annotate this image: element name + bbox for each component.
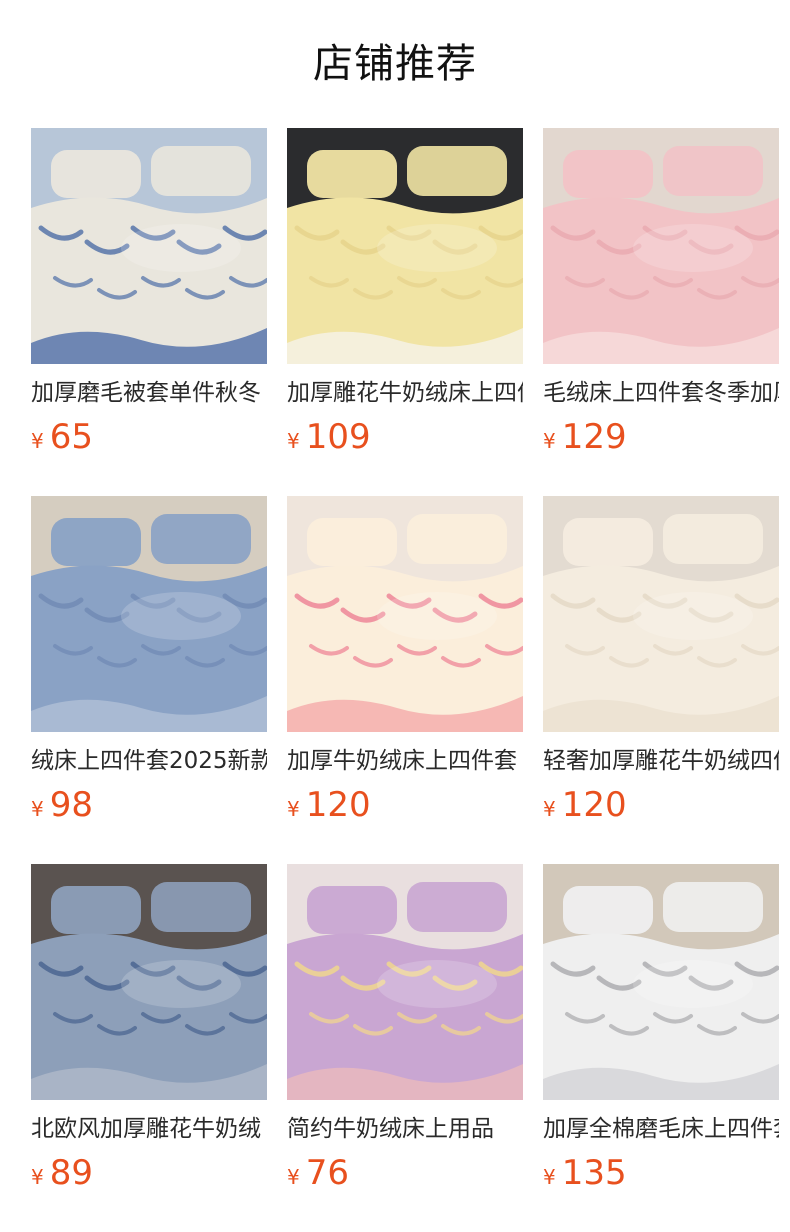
product-card[interactable]: 北欧风加厚雕花牛奶绒 ¥89 bbox=[31, 864, 267, 1204]
product-price: ¥135 bbox=[543, 1151, 627, 1195]
product-price: ¥120 bbox=[287, 783, 371, 827]
page-title: 店铺推荐 bbox=[313, 41, 477, 87]
bedding-photo-grey-plain bbox=[543, 864, 779, 1100]
product-price: ¥89 bbox=[31, 1151, 93, 1195]
price-value: 135 bbox=[561, 1153, 627, 1193]
product-name[interactable]: 加厚雕花牛奶绒床上四件套 bbox=[287, 377, 523, 409]
currency-symbol: ¥ bbox=[31, 429, 44, 453]
price-value: 109 bbox=[305, 417, 371, 457]
price-value: 89 bbox=[49, 1153, 93, 1193]
product-card[interactable]: 加厚磨毛被套单件秋冬 ¥65 bbox=[31, 128, 267, 468]
price-value: 98 bbox=[49, 785, 93, 825]
product-name[interactable]: 毛绒床上四件套冬季加厚 bbox=[543, 377, 779, 409]
product-name[interactable]: 加厚牛奶绒床上四件套 bbox=[287, 745, 523, 777]
product-name[interactable]: 加厚全棉磨毛床上四件套 bbox=[543, 1113, 779, 1145]
product-price: ¥129 bbox=[543, 415, 627, 459]
product-card[interactable]: 加厚雕花牛奶绒床上四件套 ¥109 bbox=[287, 128, 523, 468]
product-price: ¥65 bbox=[31, 415, 93, 459]
product-image[interactable] bbox=[31, 496, 267, 732]
currency-symbol: ¥ bbox=[287, 429, 300, 453]
price-value: 76 bbox=[305, 1153, 349, 1193]
product-name[interactable]: 北欧风加厚雕花牛奶绒 bbox=[31, 1113, 267, 1145]
currency-symbol: ¥ bbox=[287, 1165, 300, 1189]
bedding-photo-yellow-quilted bbox=[287, 128, 523, 364]
price-value: 129 bbox=[561, 417, 627, 457]
product-price: ¥76 bbox=[287, 1151, 349, 1195]
product-name[interactable]: 绒床上四件套2025新款 bbox=[31, 745, 267, 777]
currency-symbol: ¥ bbox=[543, 1165, 556, 1189]
bedding-photo-heart-print bbox=[287, 496, 523, 732]
product-price: ¥109 bbox=[287, 415, 371, 459]
currency-symbol: ¥ bbox=[31, 797, 44, 821]
bedding-photo-blue-faux-fur bbox=[31, 496, 267, 732]
price-value: 65 bbox=[49, 417, 93, 457]
product-image[interactable] bbox=[287, 496, 523, 732]
product-price: ¥120 bbox=[543, 783, 627, 827]
product-image[interactable] bbox=[543, 864, 779, 1100]
product-name[interactable]: 加厚磨毛被套单件秋冬 bbox=[31, 377, 267, 409]
bedding-photo-grey-blue-paris bbox=[31, 864, 267, 1100]
product-card[interactable]: 简约牛奶绒床上用品 ¥76 bbox=[287, 864, 523, 1204]
price-value: 120 bbox=[561, 785, 627, 825]
product-card[interactable]: 绒床上四件套2025新款 ¥98 bbox=[31, 496, 267, 836]
product-card[interactable]: 加厚牛奶绒床上四件套 ¥120 bbox=[287, 496, 523, 836]
bedding-photo-pastel-happy-day bbox=[287, 864, 523, 1100]
product-image[interactable] bbox=[543, 496, 779, 732]
product-name[interactable]: 简约牛奶绒床上用品 bbox=[287, 1113, 523, 1145]
product-image[interactable] bbox=[31, 128, 267, 364]
product-image[interactable] bbox=[287, 128, 523, 364]
currency-symbol: ¥ bbox=[287, 797, 300, 821]
bedding-photo-pink-fluffy bbox=[543, 128, 779, 364]
product-card[interactable]: 轻奢加厚雕花牛奶绒四件套 ¥120 bbox=[543, 496, 779, 836]
bedding-photo-blue-leaf-print bbox=[31, 128, 267, 364]
product-card[interactable]: 加厚全棉磨毛床上四件套 ¥135 bbox=[543, 864, 779, 1204]
product-image[interactable] bbox=[287, 864, 523, 1100]
product-price: ¥98 bbox=[31, 783, 93, 827]
currency-symbol: ¥ bbox=[543, 429, 556, 453]
product-name[interactable]: 轻奢加厚雕花牛奶绒四件套 bbox=[543, 745, 779, 777]
price-value: 120 bbox=[305, 785, 371, 825]
currency-symbol: ¥ bbox=[31, 1165, 44, 1189]
product-card[interactable]: 毛绒床上四件套冬季加厚 ¥129 bbox=[543, 128, 779, 468]
bedding-photo-cream-quilted bbox=[543, 496, 779, 732]
product-image[interactable] bbox=[31, 864, 267, 1100]
product-image[interactable] bbox=[543, 128, 779, 364]
currency-symbol: ¥ bbox=[543, 797, 556, 821]
